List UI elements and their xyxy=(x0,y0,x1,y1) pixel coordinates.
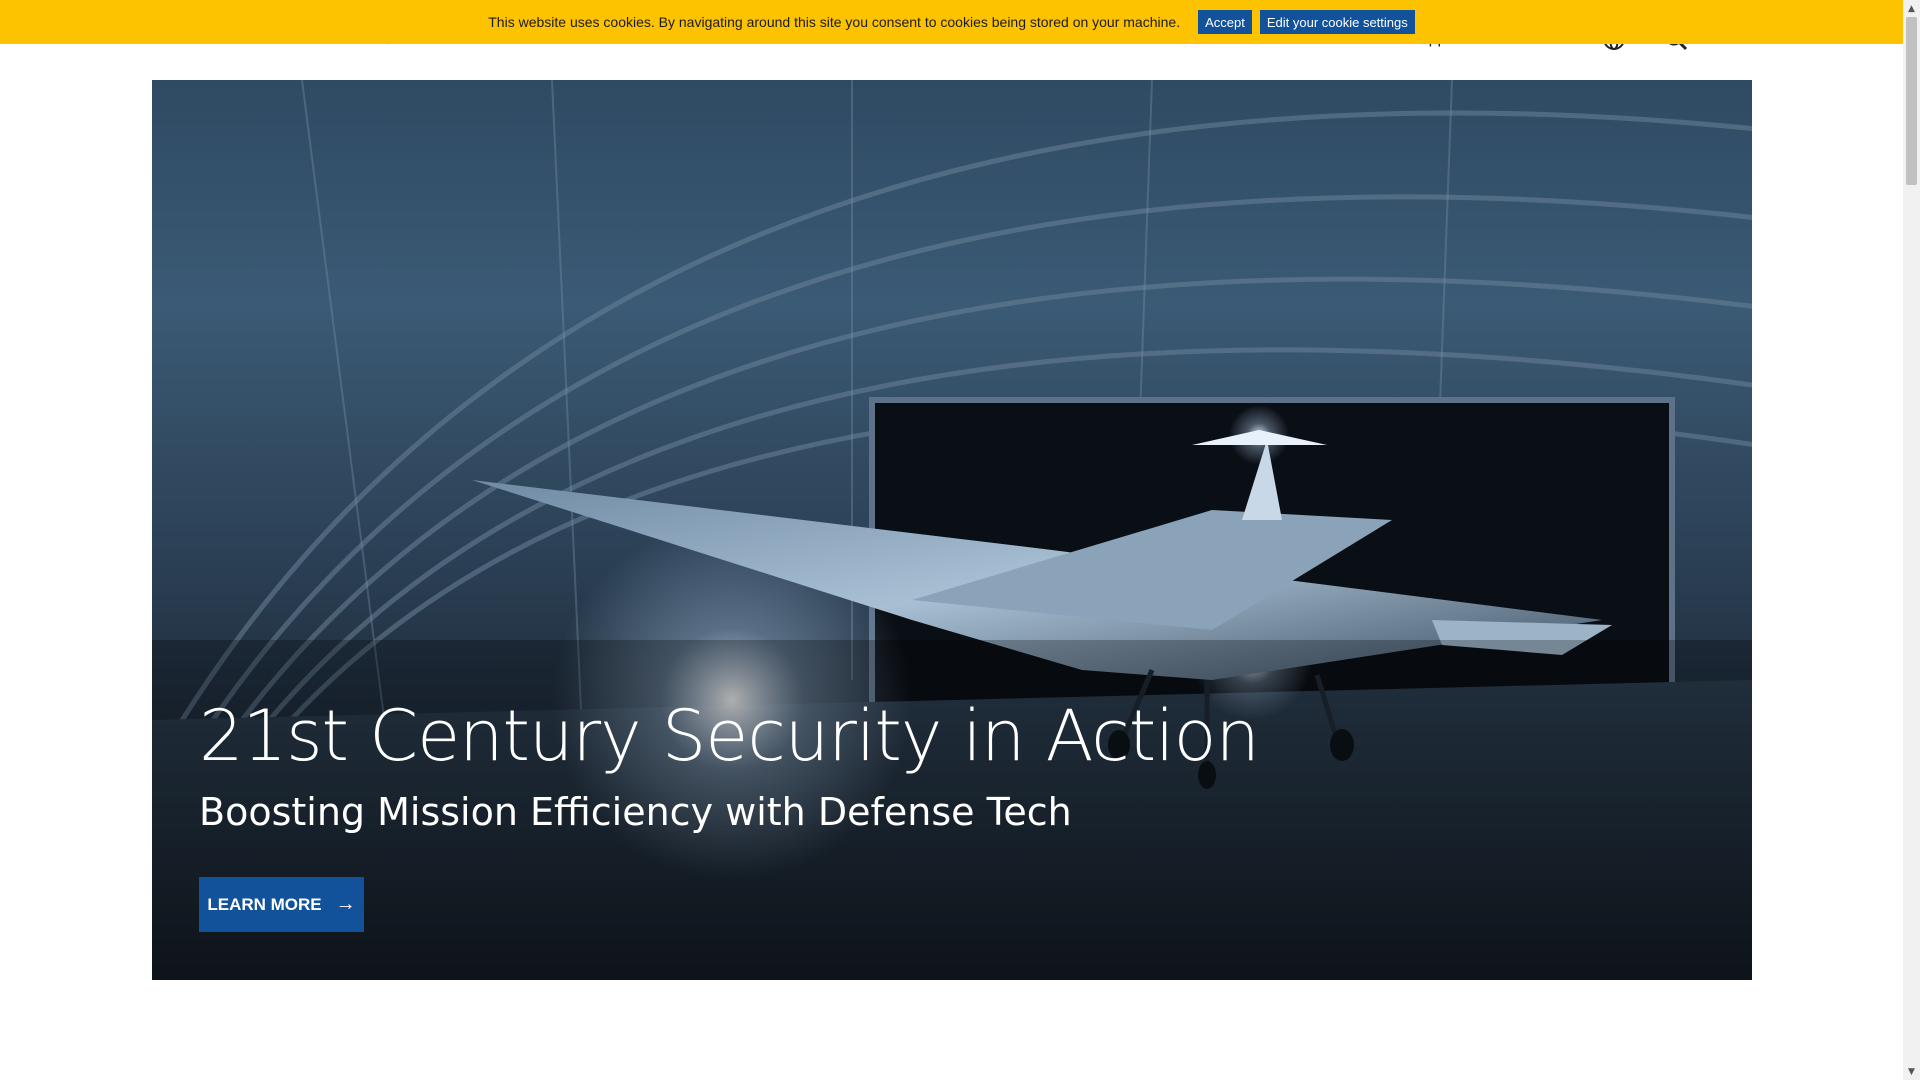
hero-banner: 21st Century Security in Action Boosting… xyxy=(152,80,1752,980)
cookie-banner-text: This website uses cookies. By navigating… xyxy=(488,14,1181,30)
hero-subtitle: Boosting Mission Efficiency with Defense… xyxy=(199,790,1072,834)
scroll-down-arrow-icon[interactable]: ▼ xyxy=(1903,1063,1920,1080)
scroll-thumb[interactable] xyxy=(1906,17,1917,185)
learn-more-label: LEARN MORE xyxy=(207,894,322,914)
scroll-up-arrow-icon[interactable]: ▲ xyxy=(1903,0,1920,17)
hero-title: 21st Century Security in Action xyxy=(199,695,1260,777)
learn-more-button[interactable]: LEARN MORE → xyxy=(199,877,364,932)
cookie-accept-button[interactable]: Accept xyxy=(1198,10,1252,34)
page-scrollbar[interactable]: ▲ ▼ xyxy=(1903,0,1920,1080)
cookie-settings-button[interactable]: Edit your cookie settings xyxy=(1259,10,1415,34)
hero-image xyxy=(152,80,1752,980)
arrow-right-icon: → xyxy=(335,893,356,915)
cookie-banner: This website uses cookies. By navigating… xyxy=(0,0,1903,44)
